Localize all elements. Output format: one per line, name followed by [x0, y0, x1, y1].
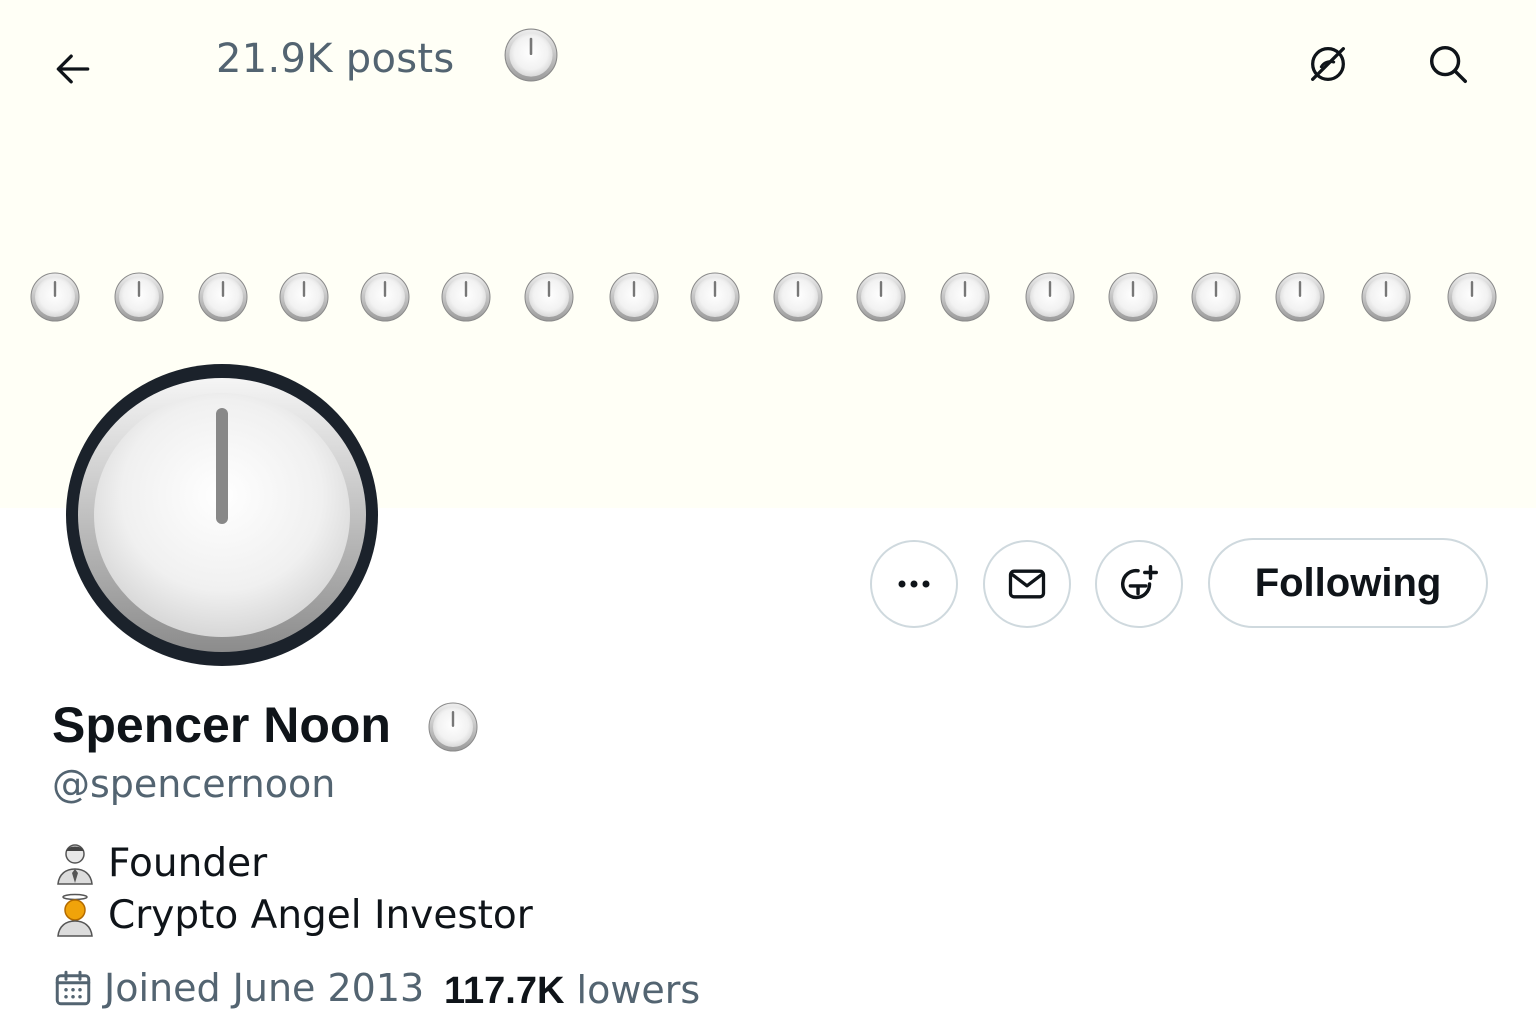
top-bar: 21.9K posts	[0, 0, 1536, 120]
angel-emoji-icon	[57, 893, 93, 937]
followers-count: 117.7K	[444, 970, 565, 1012]
more-horizontal-icon	[898, 580, 930, 588]
clock-avatar-icon	[78, 378, 366, 652]
bio-line: Founder	[52, 840, 267, 886]
calendar-icon	[55, 970, 91, 1006]
posts-count: 21.9K posts	[216, 36, 455, 82]
user-handle: @spencernoon	[52, 762, 336, 806]
clock-icon	[690, 272, 740, 322]
clock-icon	[114, 272, 164, 322]
search-button[interactable]	[1420, 36, 1476, 92]
clock-icon	[279, 272, 329, 322]
clock-icon	[524, 272, 574, 322]
following-button[interactable]: Following	[1208, 538, 1488, 628]
clock-icon	[441, 272, 491, 322]
clock-icon	[198, 272, 248, 322]
clock-icon	[1025, 272, 1075, 322]
joined-text: Joined June 2013	[104, 966, 425, 1010]
bio-text: Founder	[108, 840, 268, 886]
clock-icon	[1447, 272, 1497, 322]
search-icon	[1429, 45, 1467, 83]
mail-icon	[1008, 569, 1046, 599]
bio-line: Crypto Angel Investor	[52, 892, 533, 938]
display-name: Spencer Noon	[52, 697, 391, 753]
arrow-left-icon	[56, 54, 90, 84]
clock-icon	[30, 272, 80, 322]
clock-icon	[609, 272, 659, 322]
followers-link[interactable]: 117.7K lowers	[444, 968, 700, 1013]
eye-off-icon	[1311, 47, 1345, 81]
clock-icon	[1108, 272, 1158, 322]
clock-icon	[1361, 272, 1411, 322]
clock-icon	[504, 28, 558, 82]
followers-label: lowers	[576, 968, 701, 1012]
back-button[interactable]	[46, 42, 100, 96]
clock-icon	[856, 272, 906, 322]
clock-icon	[773, 272, 823, 322]
businessman-emoji-icon	[57, 844, 93, 885]
clock-icon	[1191, 272, 1241, 322]
clock-icon	[360, 272, 410, 322]
hide-button[interactable]	[1300, 36, 1356, 92]
more-options-button[interactable]	[870, 540, 958, 628]
subscribe-button[interactable]	[1095, 540, 1183, 628]
message-button[interactable]	[983, 540, 1071, 628]
add-notification-icon	[1121, 565, 1158, 600]
clock-icon	[940, 272, 990, 322]
joined-date: Joined June 2013	[52, 966, 424, 1010]
clock-icon	[428, 702, 478, 752]
avatar[interactable]	[66, 364, 378, 666]
banner-clock-row	[0, 272, 1536, 326]
clock-icon	[1275, 272, 1325, 322]
bio-text: Crypto Angel Investor	[108, 892, 533, 938]
